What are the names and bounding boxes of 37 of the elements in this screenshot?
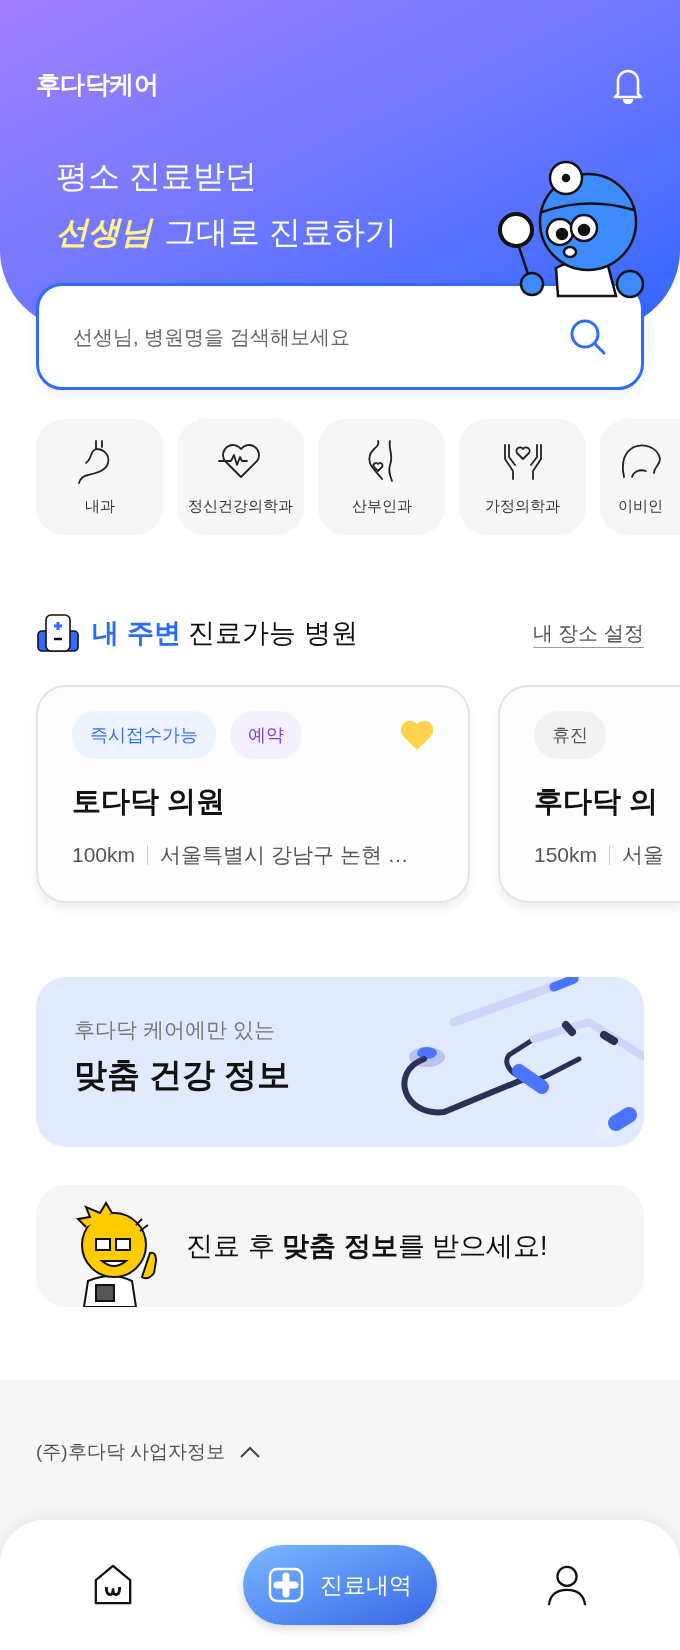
category-tile[interactable]: 정신건강의학과: [177, 419, 304, 535]
hospital-name: 토다닥 의원: [72, 784, 227, 819]
app-logo: 후다닥케어: [36, 69, 158, 100]
promo-text: 진료 후 맞춤 정보를 받으세요!: [186, 1229, 548, 1263]
medical-cross-icon: [268, 1567, 304, 1603]
banner-title: 맞춤 건강 정보: [74, 1055, 292, 1095]
company-info-toggle[interactable]: (주)후다닥 사업자정보: [36, 1438, 680, 1467]
address-text: 서울: [622, 842, 665, 868]
headline-text: 평소 진료받던: [56, 157, 258, 196]
category-tile[interactable]: 가정의학과: [459, 419, 586, 535]
promo-card[interactable]: 진료 후 맞춤 정보를 받으세요!: [36, 1185, 644, 1307]
search-icon[interactable]: [569, 317, 607, 356]
section-title: 내 주변 진료가능 병원: [92, 616, 358, 650]
category-label: 정신건강의학과: [188, 496, 293, 516]
hospital-card[interactable]: 즉시접수가능 예약 토다닥 의원 100km 서울특별시 강남구 논현 …: [36, 685, 470, 903]
status-tag: 예약: [230, 711, 302, 759]
search-field[interactable]: 선생님, 병원명을 검색해보세요: [73, 321, 569, 352]
distance-text: 150km: [534, 842, 598, 868]
category-tile[interactable]: 내과: [36, 419, 163, 535]
hospital-name: 후다닥 의: [534, 784, 660, 819]
hospital-icon: [36, 613, 80, 653]
status-tag: 휴진: [534, 711, 606, 759]
category-tile[interactable]: 산부인과: [318, 419, 445, 535]
status-tag: 즉시접수가능: [72, 711, 216, 759]
hospital-card[interactable]: 휴진 후다닥 의 150km 서울: [498, 685, 680, 903]
health-info-banner[interactable]: 후다닥 케어에만 있는 맞춤 건강 정보: [36, 977, 644, 1147]
category-tile[interactable]: 이비인: [600, 419, 680, 535]
category-label: 가정의학과: [485, 496, 560, 516]
distance-text: 100km: [72, 842, 136, 868]
banner-subtitle: 후다닥 케어에만 있는: [74, 1017, 276, 1043]
location-setting-link[interactable]: 내 장소 설정: [532, 618, 644, 648]
address-text: 서울특별시 강남구 논현 …: [160, 842, 409, 868]
person-icon: [545, 1563, 588, 1607]
category-label: 산부인과: [351, 496, 412, 516]
category-label: 이비인: [617, 496, 663, 516]
headline-text: 선생님 그대로 진료하기: [56, 213, 398, 252]
category-label: 내과: [84, 496, 115, 516]
